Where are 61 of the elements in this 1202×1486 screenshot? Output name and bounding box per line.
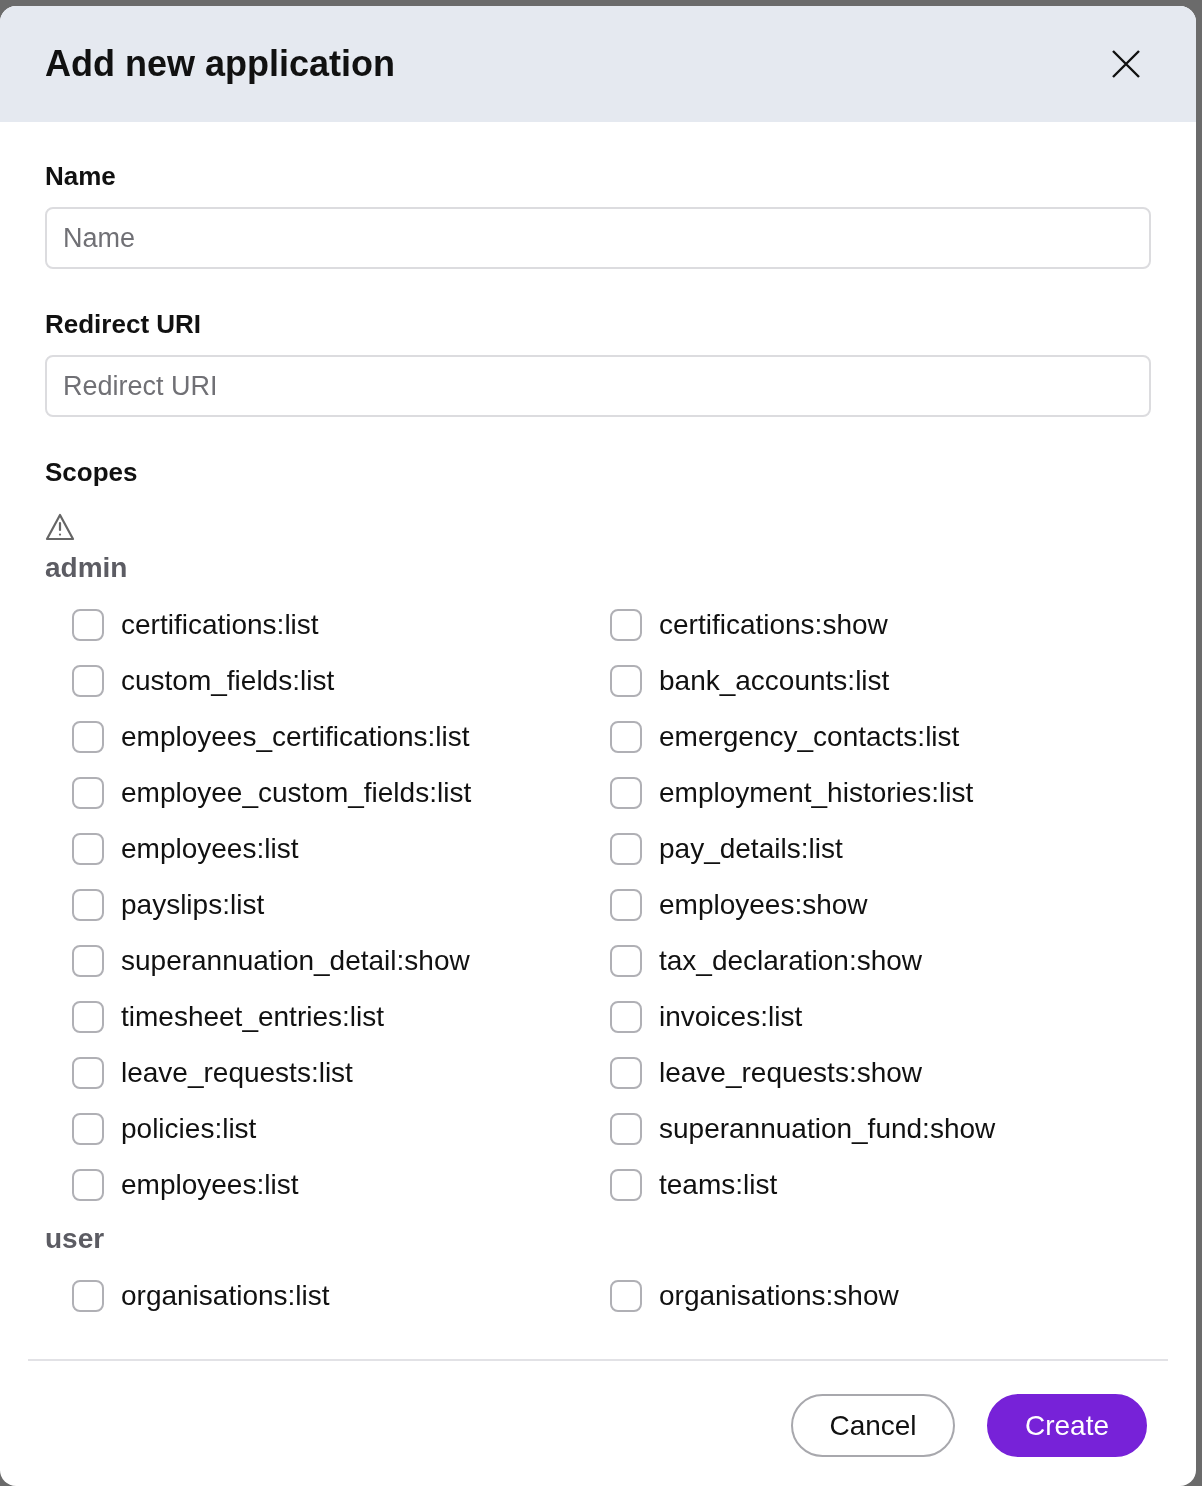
scope-label: bank_accounts:list	[659, 664, 890, 698]
scope-label: timesheet_entries:list	[121, 1000, 384, 1034]
checkbox[interactable]	[72, 833, 104, 865]
scope-label: organisations:list	[121, 1279, 330, 1313]
create-button[interactable]: Create	[987, 1394, 1147, 1457]
checkbox[interactable]	[610, 1280, 642, 1312]
field-label: Name	[45, 160, 117, 192]
scope-label: certifications:list	[121, 608, 319, 642]
scope-label: certifications:show	[659, 608, 888, 642]
checkbox[interactable]	[610, 665, 642, 697]
checkbox[interactable]	[72, 889, 104, 921]
checkbox[interactable]	[72, 721, 104, 753]
scope-label: tax_declaration:show	[659, 944, 923, 978]
checkbox[interactable]	[72, 1057, 104, 1089]
checkbox[interactable]	[610, 1057, 642, 1089]
group-label: user	[45, 1224, 106, 1254]
scope-label: employees:show	[659, 888, 868, 922]
checkbox[interactable]	[72, 1001, 104, 1033]
scope-label: organisations:show	[659, 1279, 899, 1313]
checkbox[interactable]	[610, 833, 642, 865]
scope-label: emergency_contacts:list	[659, 720, 960, 754]
scope-label: invoices:list	[659, 1000, 803, 1034]
checkbox[interactable]	[72, 777, 104, 809]
checkbox[interactable]	[610, 945, 642, 977]
text-field[interactable]: Redirect URI	[45, 355, 1151, 417]
checkbox[interactable]	[610, 889, 642, 921]
checkbox[interactable]	[610, 1001, 642, 1033]
group-label: admin	[45, 553, 129, 583]
field-label: Redirect URI	[45, 308, 203, 340]
scope-label: superannuation_fund:show	[659, 1112, 996, 1146]
checkbox[interactable]	[610, 1169, 642, 1201]
checkbox[interactable]	[72, 665, 104, 697]
checkbox[interactable]	[610, 777, 642, 809]
checkbox[interactable]	[72, 1169, 104, 1201]
close-icon	[1111, 49, 1141, 79]
scope-label: payslips:list	[121, 888, 265, 922]
scope-label: employees_certifications:list	[121, 720, 470, 754]
checkbox[interactable]	[72, 609, 104, 641]
scope-label: employee_custom_fields:list	[121, 776, 472, 810]
checkbox[interactable]	[72, 1113, 104, 1145]
scope-label: employees:list	[121, 1168, 299, 1202]
text-field[interactable]: Name	[45, 207, 1151, 269]
scope-label: pay_details:list	[659, 832, 843, 866]
scope-label: employees:list	[121, 832, 299, 866]
checkbox[interactable]	[610, 1113, 642, 1145]
scope-label: custom_fields:list	[121, 664, 335, 698]
checkbox[interactable]	[72, 1280, 104, 1312]
scope-label: leave_requests:list	[121, 1056, 353, 1090]
scope-label: teams:list	[659, 1168, 778, 1202]
scope-label: employment_histories:list	[659, 776, 974, 810]
cancel-button[interactable]: Cancel	[791, 1394, 955, 1457]
close-button[interactable]	[1110, 48, 1142, 80]
warning-icon	[45, 513, 75, 541]
checkbox[interactable]	[72, 945, 104, 977]
scope-label: policies:list	[121, 1112, 257, 1146]
scope-label: superannuation_detail:show	[121, 944, 470, 978]
dialog-title: Add new application	[45, 42, 395, 86]
section-label: Scopes	[45, 456, 139, 488]
scope-label: leave_requests:show	[659, 1056, 923, 1090]
checkbox[interactable]	[610, 609, 642, 641]
checkbox[interactable]	[610, 721, 642, 753]
